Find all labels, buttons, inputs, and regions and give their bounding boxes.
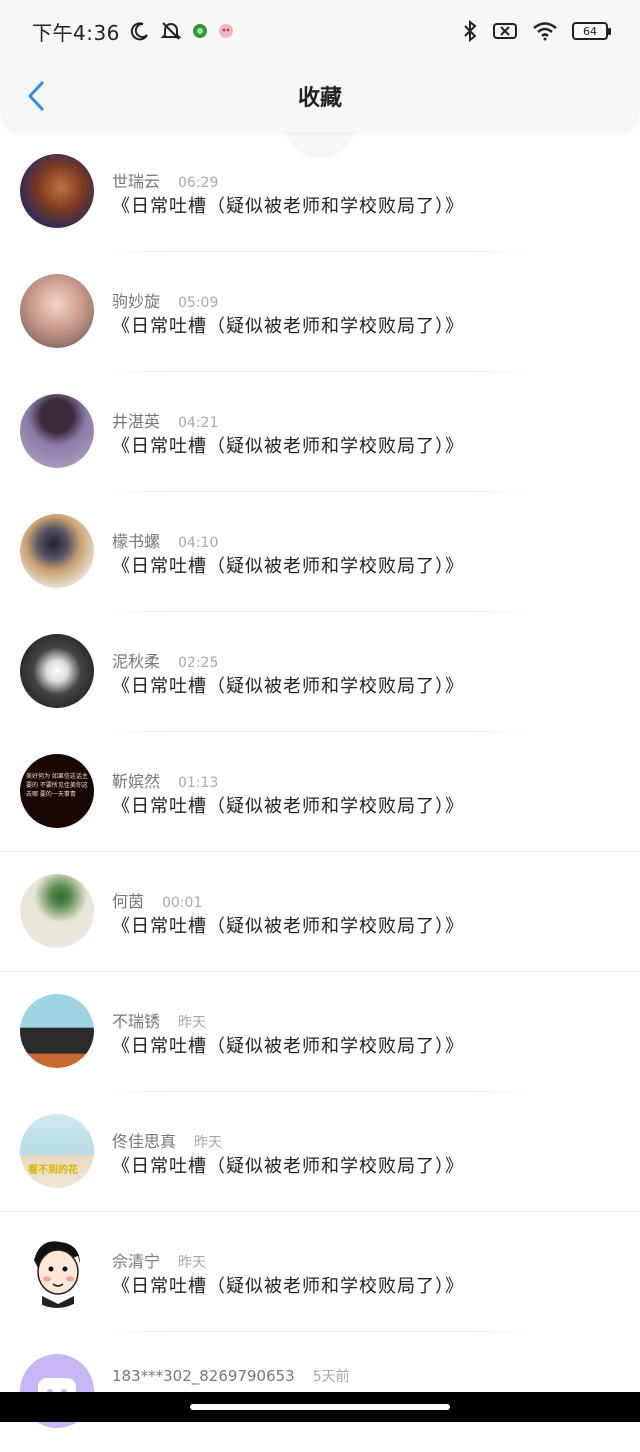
avatar[interactable]	[20, 394, 94, 468]
navigation-bar	[0, 1392, 640, 1422]
avatar[interactable]	[20, 874, 94, 948]
user-name: 183***302_8269790653	[112, 1367, 295, 1385]
post-title: 《日常吐槽（疑似被老师和学校败局了）》	[112, 796, 464, 817]
post-time: 昨天	[178, 1015, 207, 1031]
user-name: 何茵	[112, 892, 145, 911]
avatar-caption: 美好何为 如果信这话主要的 不要所见佳美你这去哪 要的一天事青	[26, 773, 88, 798]
sim-none-icon	[492, 22, 518, 40]
status-left: 下午4:36	[32, 16, 234, 46]
avatar[interactable]	[20, 994, 94, 1068]
cartoon-face-icon	[34, 1241, 80, 1308]
post-title: 《日常吐槽（疑似被老师和学校败局了）》	[112, 436, 464, 457]
post-time: 04:10	[178, 535, 219, 551]
avatar-caption: 看不到的花	[28, 1165, 78, 1176]
list-item[interactable]: 檬书螺 04:10 《日常吐槽（疑似被老师和学校败局了）》	[0, 492, 640, 612]
status-right: 64	[462, 16, 611, 46]
post-title: 《日常吐槽（疑似被老师和学校败局了）》	[112, 676, 464, 697]
wifi-icon	[532, 21, 558, 41]
post-title: 《日常吐槽（疑似被老师和学校败局了）》	[112, 1036, 464, 1057]
post-time: 06:29	[178, 175, 219, 191]
avatar[interactable]	[20, 1234, 94, 1308]
post-time: 昨天	[194, 1135, 223, 1151]
user-name: 佟佳思真	[112, 1132, 177, 1151]
moon-icon	[130, 21, 150, 41]
avatar[interactable]	[20, 274, 94, 348]
list-item[interactable]: 驹妙旋 05:09 《日常吐槽（疑似被老师和学校败局了）》	[0, 252, 640, 372]
post-time: 04:21	[178, 415, 219, 431]
user-name: 泥秋柔	[112, 652, 161, 671]
list-item[interactable]: 井湛英 04:21 《日常吐槽（疑似被老师和学校败局了）》	[0, 372, 640, 492]
post-title: 《日常吐槽（疑似被老师和学校败局了）》	[112, 196, 464, 217]
avatar[interactable]: 看不到的花	[20, 1114, 94, 1188]
status-bar: 下午4:36 64	[0, 0, 640, 58]
bluetooth-icon	[462, 20, 478, 42]
post-time: 昨天	[178, 1255, 207, 1271]
post-time: 5天前	[312, 1369, 350, 1385]
user-name: 不瑞锈	[112, 1012, 161, 1031]
post-title: 《日常吐槽（疑似被老师和学校败局了）》	[112, 916, 464, 937]
post-title: 《日常吐槽（疑似被老师和学校败局了）》	[112, 316, 464, 337]
list-item[interactable]: 看不到的花 佟佳思真 昨天 《日常吐槽（疑似被老师和学校败局了）》	[0, 1092, 640, 1212]
avatar[interactable]	[20, 634, 94, 708]
header: 收藏	[0, 58, 640, 132]
green-app-icon	[192, 23, 208, 39]
list-item[interactable]: 何茵 00:01 《日常吐槽（疑似被老师和学校败局了）》	[0, 852, 640, 972]
favorites-list: 世瑞云 06:29 《日常吐槽（疑似被老师和学校败局了）》 驹妙旋 05:09 …	[0, 132, 640, 1452]
page-title: 收藏	[297, 86, 342, 111]
list-item[interactable]: 美好何为 如果信这话主要的 不要所见佳美你这去哪 要的一天事青 靳嫔然 01:1…	[0, 732, 640, 852]
post-title: 《日常吐槽（疑似被老师和学校败局了）》	[112, 556, 464, 577]
pink-app-icon	[218, 23, 234, 39]
post-time: 05:09	[178, 295, 219, 311]
bell-off-icon	[160, 20, 182, 42]
avatar[interactable]	[20, 154, 94, 228]
user-name: 檬书螺	[112, 532, 161, 551]
list-item[interactable]: 不瑞锈 昨天 《日常吐槽（疑似被老师和学校败局了）》	[0, 972, 640, 1092]
home-indicator[interactable]	[190, 1404, 450, 1410]
user-name: 靳嫔然	[112, 772, 161, 791]
battery-level: 64	[583, 24, 597, 38]
post-title: 《日常吐槽（疑似被老师和学校败局了）》	[112, 1156, 464, 1177]
avatar[interactable]	[20, 514, 94, 588]
user-name: 世瑞云	[112, 172, 161, 191]
post-time: 01:13	[178, 775, 219, 791]
status-time: 下午4:36	[32, 20, 120, 45]
post-title: 《日常吐槽（疑似被老师和学校败局了）》	[112, 1276, 464, 1297]
post-time: 02:25	[178, 655, 219, 671]
user-name: 驹妙旋	[112, 292, 161, 311]
list-item[interactable]: 佘清宁 昨天 《日常吐槽（疑似被老师和学校败局了）》	[0, 1212, 640, 1332]
user-name: 佘清宁	[112, 1252, 161, 1271]
avatar[interactable]: 美好何为 如果信这话主要的 不要所见佳美你这去哪 要的一天事青	[20, 754, 94, 828]
battery-icon: 64	[572, 22, 611, 40]
user-name: 井湛英	[112, 412, 161, 431]
list-item[interactable]: 泥秋柔 02:25 《日常吐槽（疑似被老师和学校败局了）》	[0, 612, 640, 732]
post-time: 00:01	[162, 895, 203, 911]
